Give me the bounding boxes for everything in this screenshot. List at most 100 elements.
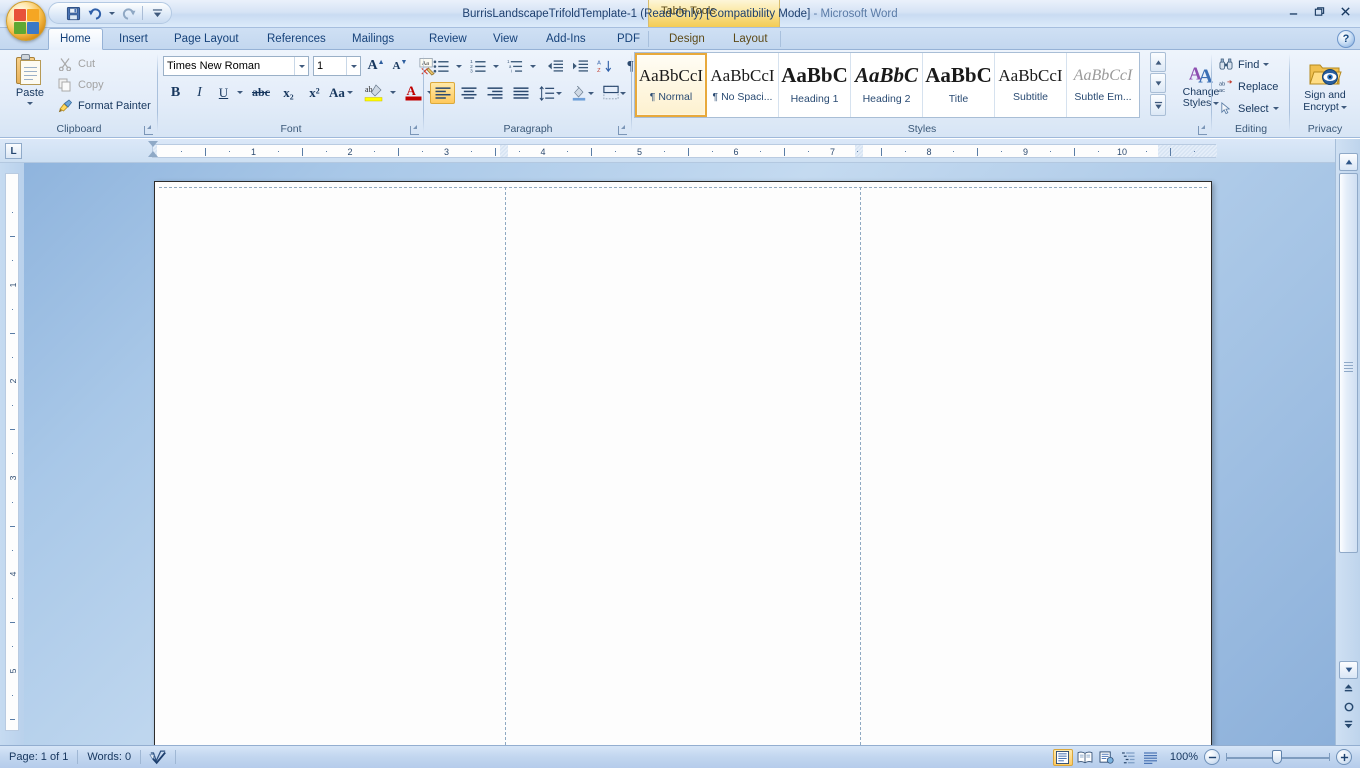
select-browse-object-button[interactable] bbox=[1340, 698, 1357, 715]
multilevel-list-button[interactable]: 1 a i bbox=[504, 56, 527, 77]
bold-button[interactable]: B bbox=[164, 81, 187, 104]
format-painter-button[interactable]: Format Painter bbox=[54, 96, 154, 115]
shading-button[interactable] bbox=[570, 82, 595, 104]
undo-icon[interactable] bbox=[85, 4, 105, 22]
zoom-slider[interactable] bbox=[1226, 749, 1330, 765]
text-highlight-color-button[interactable]: ab bbox=[361, 81, 387, 104]
tab-mailings[interactable]: Mailings bbox=[341, 28, 405, 50]
view-web-layout-button[interactable] bbox=[1097, 749, 1117, 766]
superscript-button[interactable]: x² bbox=[302, 81, 327, 104]
vertical-ruler-track[interactable]: 1 2 3 4 5 bbox=[5, 173, 19, 731]
change-case-button[interactable]: Aa bbox=[328, 81, 354, 104]
scroll-up-button[interactable] bbox=[1339, 153, 1358, 171]
tab-review[interactable]: Review bbox=[418, 28, 478, 50]
horizontal-ruler[interactable]: L 1 2 3 4 5 6 7 8 9 10 bbox=[0, 139, 1360, 163]
previous-page-button[interactable] bbox=[1340, 680, 1357, 697]
line-spacing-button[interactable] bbox=[538, 82, 563, 104]
grow-font-button[interactable]: A ▲ bbox=[365, 56, 387, 76]
font-dialog-launcher[interactable] bbox=[409, 124, 421, 136]
save-icon[interactable] bbox=[63, 4, 83, 22]
word-count-status[interactable]: Words: 0 bbox=[78, 746, 140, 768]
justify-button[interactable] bbox=[508, 82, 533, 104]
tab-add-ins[interactable]: Add-Ins bbox=[535, 28, 597, 50]
underline-dropdown-icon[interactable] bbox=[234, 81, 246, 104]
help-icon[interactable]: ? bbox=[1337, 30, 1355, 48]
copy-button[interactable]: Copy bbox=[54, 75, 149, 94]
bullets-dropdown-icon[interactable] bbox=[453, 56, 465, 77]
style-heading-1[interactable]: AaBbC Heading 1 bbox=[779, 53, 851, 117]
tab-design[interactable]: Design bbox=[658, 28, 716, 50]
align-right-button[interactable] bbox=[482, 82, 507, 104]
bullets-button[interactable] bbox=[430, 56, 453, 77]
font-name-input[interactable]: Times New Roman bbox=[163, 56, 309, 76]
tab-pdf[interactable]: PDF bbox=[606, 28, 651, 50]
proofing-status-button[interactable] bbox=[141, 746, 175, 768]
tab-home[interactable]: Home bbox=[48, 28, 103, 50]
paste-dropdown-icon[interactable] bbox=[27, 102, 33, 105]
underline-button[interactable]: U bbox=[212, 81, 235, 104]
view-print-layout-button[interactable] bbox=[1052, 748, 1073, 766]
view-draft-button[interactable] bbox=[1141, 749, 1161, 766]
borders-button[interactable] bbox=[602, 82, 627, 104]
clipboard-dialog-launcher[interactable] bbox=[143, 124, 155, 136]
multilevel-dropdown-icon[interactable] bbox=[527, 56, 539, 77]
styles-scroll-down-button[interactable] bbox=[1150, 73, 1166, 93]
style-no-spacing[interactable]: AaBbCcI ¶ No Spaci... bbox=[707, 53, 779, 117]
increase-indent-button[interactable] bbox=[569, 56, 592, 77]
zoom-level-label[interactable]: 100% bbox=[1168, 746, 1204, 768]
strikethrough-button[interactable]: abc bbox=[248, 81, 274, 104]
zoom-slider-thumb[interactable] bbox=[1272, 750, 1282, 764]
document-canvas[interactable] bbox=[24, 163, 1335, 745]
first-line-indent-marker[interactable] bbox=[148, 141, 158, 147]
tab-references[interactable]: References bbox=[256, 28, 337, 50]
tab-view[interactable]: View bbox=[482, 28, 529, 50]
vertical-ruler[interactable]: 1 2 3 4 5 bbox=[0, 163, 24, 745]
vertical-scrollbar[interactable] bbox=[1335, 139, 1360, 745]
replace-button[interactable]: ab ac Replace bbox=[1216, 76, 1288, 97]
font-size-dropdown-icon[interactable] bbox=[346, 57, 360, 75]
style-title[interactable]: AaBbC Title bbox=[923, 53, 995, 117]
font-name-dropdown-icon[interactable] bbox=[294, 57, 308, 75]
highlight-dropdown-icon[interactable] bbox=[387, 81, 399, 104]
styles-dialog-launcher[interactable] bbox=[1197, 124, 1209, 136]
page-number-status[interactable]: Page: 1 of 1 bbox=[0, 746, 77, 768]
view-outline-button[interactable] bbox=[1119, 749, 1139, 766]
tab-stop-selector[interactable]: L bbox=[5, 143, 22, 159]
style-heading-2[interactable]: AaBbC Heading 2 bbox=[851, 53, 923, 117]
view-full-screen-reading-button[interactable] bbox=[1075, 749, 1095, 766]
scrollbar-thumb[interactable] bbox=[1339, 173, 1358, 553]
hanging-indent-marker[interactable] bbox=[148, 151, 158, 157]
style-normal[interactable]: AaBbCcI ¶ Normal bbox=[635, 53, 707, 117]
tab-page-layout[interactable]: Page Layout bbox=[163, 28, 250, 50]
align-left-button[interactable] bbox=[430, 82, 455, 104]
paste-button[interactable]: Paste bbox=[8, 52, 52, 116]
numbering-dropdown-icon[interactable] bbox=[490, 56, 502, 77]
paragraph-dialog-launcher[interactable] bbox=[617, 124, 629, 136]
minimize-button[interactable] bbox=[1281, 2, 1306, 20]
undo-dropdown-icon[interactable] bbox=[107, 4, 116, 22]
select-button[interactable]: Select bbox=[1216, 98, 1288, 119]
scroll-down-button[interactable] bbox=[1339, 661, 1358, 679]
font-size-input[interactable]: 1 bbox=[313, 56, 361, 76]
cut-button[interactable]: Cut bbox=[54, 54, 149, 73]
tab-insert[interactable]: Insert bbox=[108, 28, 159, 50]
horizontal-ruler-track[interactable]: 1 2 3 4 5 6 7 8 9 10 bbox=[152, 144, 1217, 158]
tab-layout[interactable]: Layout bbox=[722, 28, 779, 50]
numbering-button[interactable]: 1 2 3 bbox=[467, 56, 490, 77]
sort-button[interactable]: A Z bbox=[594, 56, 617, 77]
style-subtitle[interactable]: AaBbCcI Subtitle bbox=[995, 53, 1067, 117]
document-page[interactable] bbox=[154, 181, 1212, 745]
redo-icon[interactable] bbox=[118, 4, 138, 22]
font-color-button[interactable]: A bbox=[401, 81, 425, 104]
next-page-button[interactable] bbox=[1340, 716, 1357, 733]
qat-customize-icon[interactable] bbox=[147, 4, 167, 22]
sign-and-encrypt-button[interactable]: Sign and Encrypt bbox=[1296, 53, 1354, 119]
styles-scroll-up-button[interactable] bbox=[1150, 52, 1166, 72]
close-button[interactable] bbox=[1333, 2, 1358, 20]
office-button[interactable] bbox=[6, 1, 46, 41]
style-subtle-emphasis[interactable]: AaBbCcI Subtle Em... bbox=[1067, 53, 1139, 117]
italic-button[interactable]: I bbox=[188, 81, 211, 104]
restore-button[interactable] bbox=[1307, 2, 1332, 20]
align-center-button[interactable] bbox=[456, 82, 481, 104]
shrink-font-button[interactable]: A ▼ bbox=[389, 56, 411, 76]
